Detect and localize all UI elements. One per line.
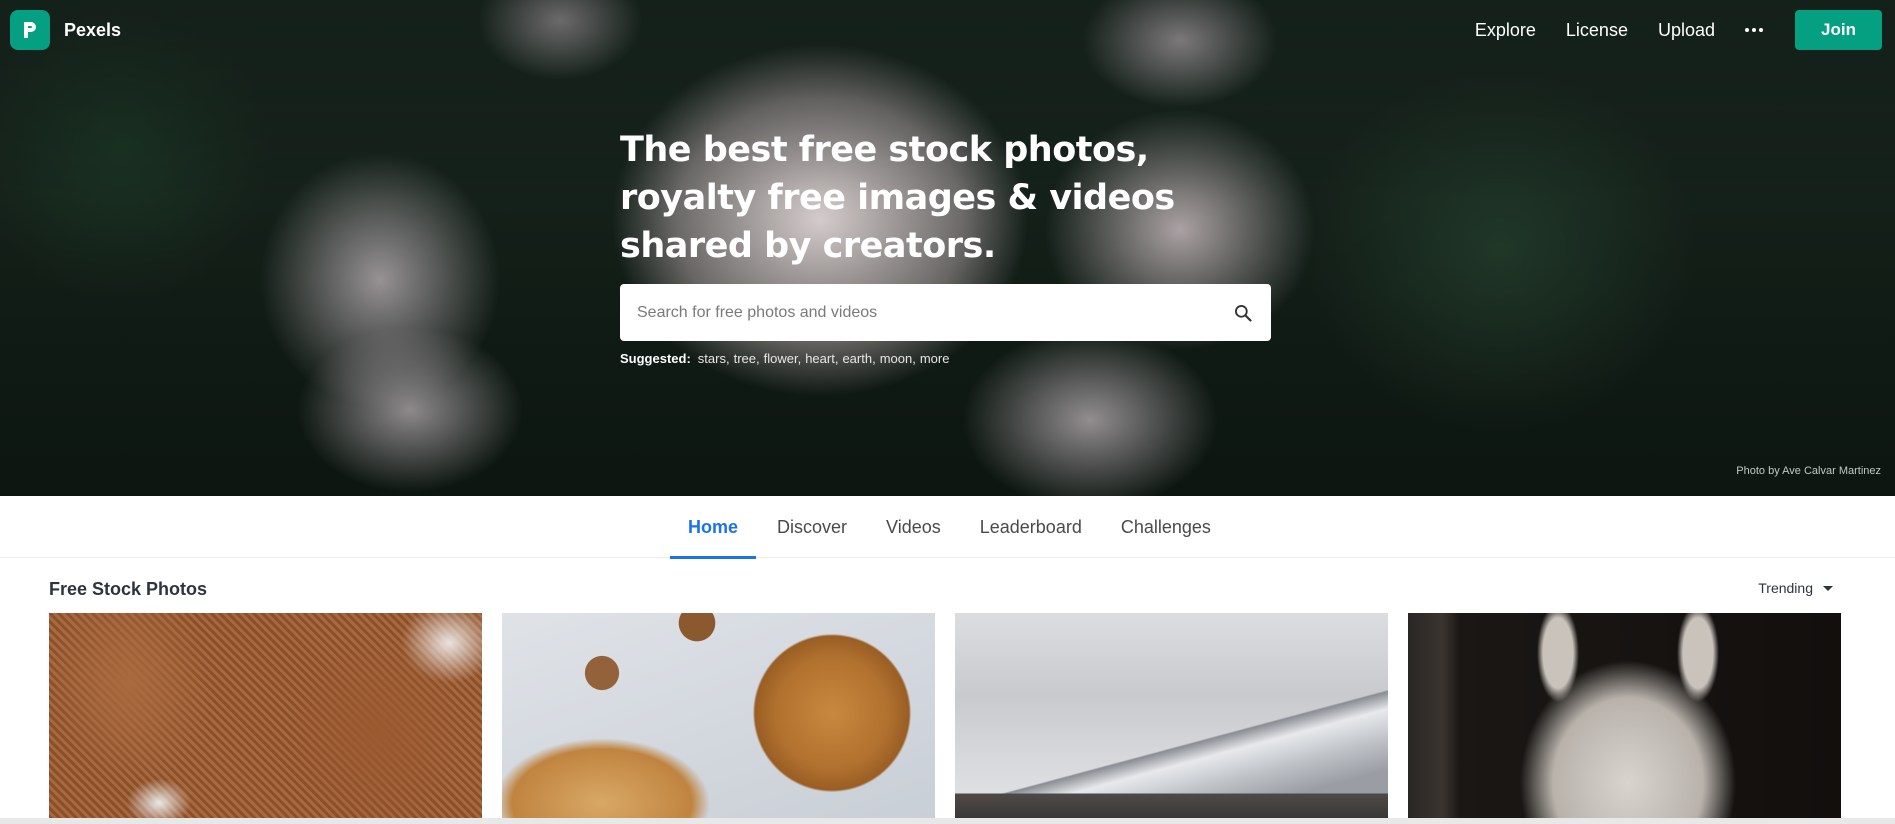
tab-videos[interactable]: Videos bbox=[868, 496, 959, 558]
suggestion-earth[interactable]: earth, bbox=[842, 351, 875, 366]
pexels-logo-icon[interactable] bbox=[10, 10, 50, 50]
photo-card[interactable] bbox=[502, 613, 935, 818]
photo-credit[interactable]: Photo by Ave Calvar Martinez bbox=[1736, 465, 1881, 477]
nav-explore[interactable]: Explore bbox=[1475, 20, 1536, 41]
suggestion-moon[interactable]: moon, bbox=[880, 351, 916, 366]
tab-discover[interactable]: Discover bbox=[759, 496, 865, 558]
caret-down-icon bbox=[1823, 585, 1833, 591]
suggested-label: Suggested: bbox=[620, 351, 691, 366]
search-input[interactable] bbox=[637, 303, 1231, 322]
sort-dropdown[interactable]: Trending bbox=[1758, 580, 1833, 596]
hero-content: The best free stock photos, royalty free… bbox=[620, 126, 1271, 366]
suggestion-stars[interactable]: stars, bbox=[698, 351, 730, 366]
nav-links: Explore License Upload Join bbox=[1475, 0, 1895, 60]
suggestion-more[interactable]: more bbox=[920, 351, 950, 366]
section-title: Free Stock Photos bbox=[49, 579, 208, 599]
photo-card[interactable] bbox=[1408, 613, 1841, 818]
brand-name[interactable]: Pexels bbox=[64, 20, 121, 41]
sort-label: Trending bbox=[1758, 580, 1813, 596]
top-navigation: Pexels Explore License Upload Join bbox=[0, 0, 1895, 60]
tab-challenges[interactable]: Challenges bbox=[1103, 496, 1229, 558]
nav-upload[interactable]: Upload bbox=[1658, 20, 1715, 41]
more-dots-icon[interactable] bbox=[1745, 28, 1763, 32]
hero-title: The best free stock photos, royalty free… bbox=[620, 130, 1175, 266]
nav-license[interactable]: License bbox=[1566, 20, 1628, 41]
search-bar[interactable] bbox=[620, 284, 1271, 341]
horizontal-scrollbar[interactable] bbox=[0, 818, 1895, 824]
tab-bar: Home Discover Videos Leaderboard Challen… bbox=[0, 496, 1895, 559]
suggestion-heart[interactable]: heart, bbox=[805, 351, 838, 366]
hero-banner: The best free stock photos, royalty free… bbox=[0, 0, 1895, 496]
tab-list: Home Discover Videos Leaderboard Challen… bbox=[670, 496, 1232, 559]
search-icon[interactable] bbox=[1231, 301, 1255, 325]
suggested-searches: Suggested: stars, tree, flower, heart, e… bbox=[620, 351, 1270, 366]
photo-grid bbox=[49, 613, 1841, 818]
tab-home[interactable]: Home bbox=[670, 496, 757, 559]
tab-leaderboard[interactable]: Leaderboard bbox=[962, 496, 1100, 558]
join-button[interactable]: Join bbox=[1795, 10, 1882, 50]
photo-card[interactable] bbox=[955, 613, 1388, 818]
suggestion-tree[interactable]: tree, bbox=[734, 351, 760, 366]
suggestion-flower[interactable]: flower, bbox=[764, 351, 802, 366]
photo-card[interactable] bbox=[49, 613, 482, 818]
